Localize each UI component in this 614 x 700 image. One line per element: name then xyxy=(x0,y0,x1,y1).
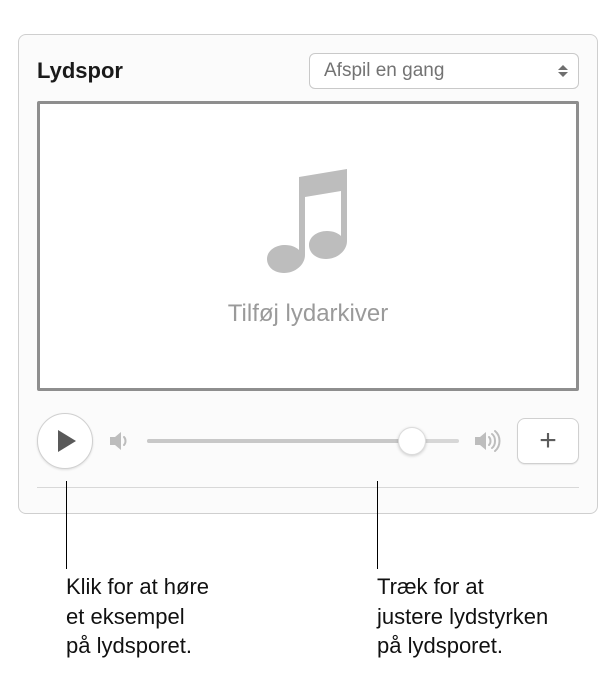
volume-slider-fill xyxy=(147,439,412,443)
audio-dropzone[interactable]: Tilføj lydarkiver xyxy=(37,101,579,391)
plus-icon: + xyxy=(539,424,557,458)
stepper-arrows-icon xyxy=(558,65,568,77)
music-note-icon xyxy=(263,165,353,280)
volume-slider[interactable] xyxy=(147,413,459,469)
panel-title: Lydspor xyxy=(37,58,123,84)
add-audio-button[interactable]: + xyxy=(517,418,579,464)
volume-slider-thumb[interactable] xyxy=(398,427,426,455)
playback-mode-label: Afspil en gang xyxy=(324,60,444,82)
playback-mode-select[interactable]: Afspil en gang xyxy=(309,53,579,89)
soundtrack-panel: Lydspor Afspil en gang Tilføj lydarkiver xyxy=(18,34,598,514)
audio-controls: + xyxy=(37,413,579,469)
play-icon xyxy=(58,430,76,452)
volume-low-icon xyxy=(107,428,133,454)
play-button[interactable] xyxy=(37,413,93,469)
divider xyxy=(37,487,579,488)
dropzone-label: Tilføj lydarkiver xyxy=(228,300,388,328)
callout-volume-text: Træk for at justere lydstyrken på lydspo… xyxy=(377,572,614,661)
callout-play-text: Klik for at høre et eksempel på lydspore… xyxy=(66,572,316,661)
volume-high-icon xyxy=(473,428,503,454)
panel-header: Lydspor Afspil en gang xyxy=(37,53,579,89)
callout-line-volume xyxy=(377,481,378,569)
callout-line-play xyxy=(66,481,67,569)
